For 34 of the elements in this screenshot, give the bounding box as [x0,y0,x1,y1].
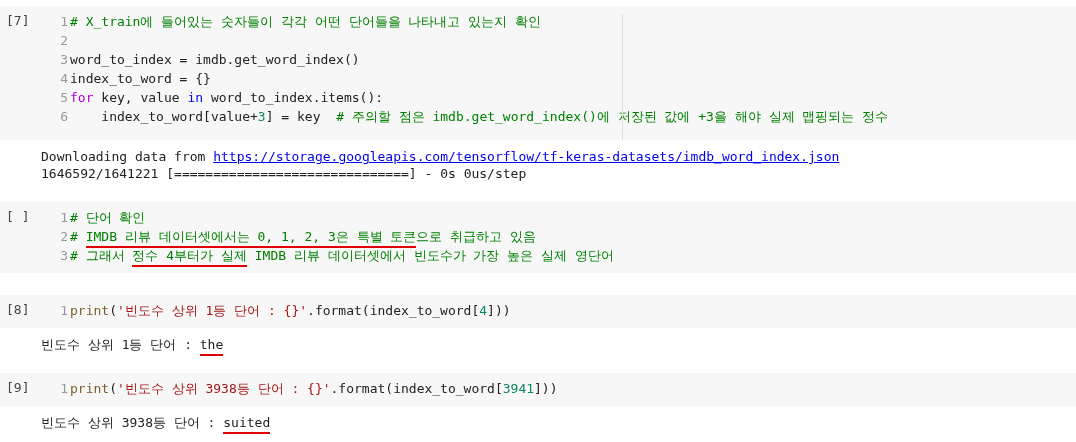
line-number: 1 [59,381,68,396]
code-line: # 그래서 정수 4부터가 실제 IMDB 리뷰 데이터셋에서 빈도수가 가장 높은 실제 영단어 [70,246,614,265]
execution-count: [ ] [5,208,31,226]
output-line: 1646592/1641221 [==============================] - 0s 0us/step [41,165,528,182]
output-line: 빈도수 상위 3938등 단어 : suited [41,414,1076,431]
output-line: Downloading data from https://storage.googleapis.com/tensorflow/tf-keras-datasets/imdb_word_index.json [41,148,841,165]
code-cell[interactable]: [8] 1 print('빈도수 상위 1등 단어 : {}'.format(index_to_word[4])) [0,295,1076,328]
line-number: 6 [59,109,68,124]
output-line: 빈도수 상위 1등 단어 : the [41,336,1076,353]
execution-count: [7] [5,12,31,30]
line-number: 4 [59,71,68,86]
line-number: 3 [59,52,68,67]
code-line: # X_train에 들어있는 숫자들이 각각 어떤 단어들을 나타내고 있는지 확인 [70,12,542,31]
line-number: 1 [59,303,68,318]
line-number: 3 [59,248,68,263]
code-line: index_to_word[value+3] = key # 주의할 점은 imdb.get_word_index()에 저장된 값에 +3을 해야 실제 맵핑되는 정수 [100,107,889,126]
code-line: # IMDB 리뷰 데이터셋에서는 0, 1, 2, 3은 특별 토큰으로 취급하고 있음 [70,227,537,246]
code-cell[interactable]: [ ] 1# 단어 확인 2# IMDB 리뷰 데이터셋에서는 0, 1, 2, 3은 특별 토큰으로 취급하고 있음 3# 그래서 정수 4부터가 실제 IMDB 리뷰 데이터셋에서 빈도수가 가장 높은 실제 영단어 [0,202,1076,273]
execution-count: [8] [5,301,31,319]
line-number: 2 [59,229,68,244]
line-number: 1 [59,14,68,29]
line-number: 1 [59,210,68,225]
code-line: word_to_index = imdb.get_word_index() [70,52,360,67]
code-line: for key, value in word_to_index.items(): [70,90,384,105]
line-number: 2 [59,33,68,48]
code-cell[interactable]: [9] 1 print('빈도수 상위 3938등 단어 : {}'.format(index_to_word[3941])) [0,373,1076,406]
code-line: print('빈도수 상위 1등 단어 : {}'.format(index_to_word[4])) [70,301,511,320]
code-line: print('빈도수 상위 3938등 단어 : {}'.format(index_to_word[3941])) [70,379,558,398]
line-number: 5 [59,90,68,105]
code-cell[interactable] [0,6,1076,140]
execution-count: [9] [5,379,31,397]
code-line: # 단어 확인 [70,208,146,227]
link[interactable]: https://storage.googleapis.com/tensorflow/tf-keras-datasets/imdb_word_index.json [213,149,840,164]
code-line: index_to_word = {} [70,71,211,86]
